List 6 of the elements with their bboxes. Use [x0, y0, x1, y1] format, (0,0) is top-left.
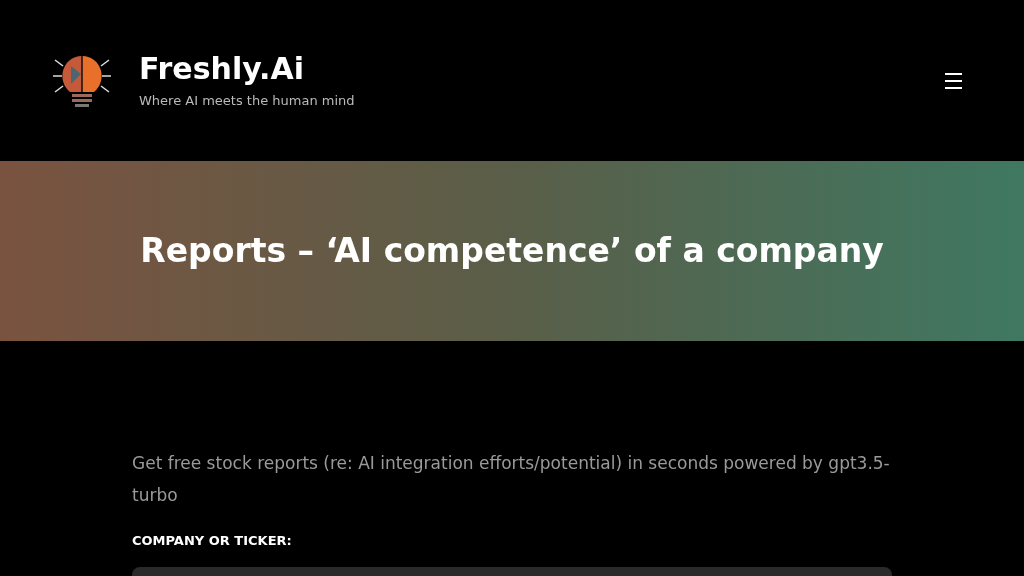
site-tagline: Where AI meets the human mind — [139, 94, 355, 107]
field-label: COMPANY OR TICKER: — [132, 532, 293, 550]
menu-icon[interactable] — [945, 72, 962, 89]
intro-text: Get free stock reports (re: AI integration efforts/potential) in seconds powered by gpt3.5-turbo — [132, 452, 891, 507]
page-title: Reports – ‘AI competence’ of a company — [140, 230, 884, 273]
site-title[interactable]: Freshly.Ai — [139, 54, 355, 84]
